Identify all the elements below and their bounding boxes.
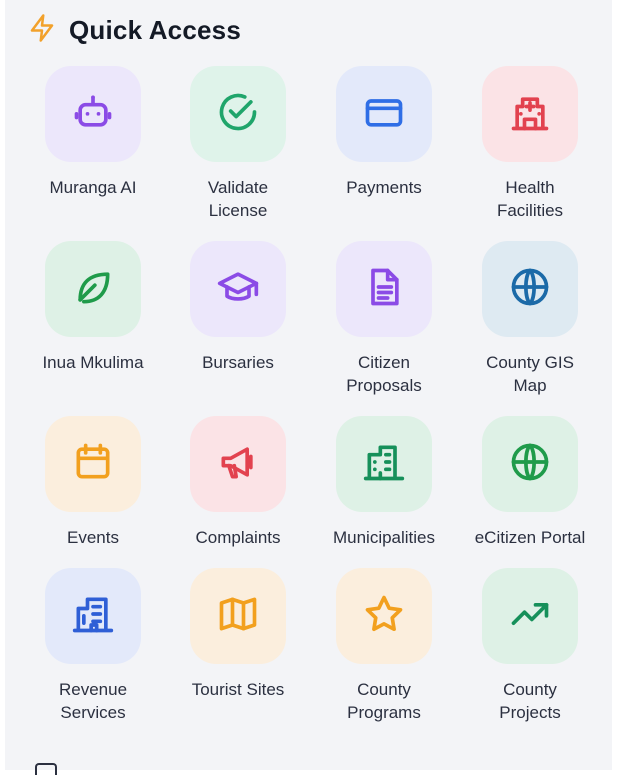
check-circle-icon (216, 90, 260, 139)
building-icon (71, 592, 115, 641)
tile-icon-box (190, 66, 286, 162)
quick-access-panel: Quick Access Muranga AI Validate License P… (5, 0, 612, 775)
lightning-icon (27, 13, 57, 48)
quick-access-tile[interactable]: Citizen Proposals (311, 241, 457, 411)
map-icon (216, 592, 260, 641)
section-title: Quick Access (69, 14, 241, 45)
tile-label: County Programs (347, 680, 421, 722)
quick-access-tile[interactable]: Bursaries (165, 241, 311, 411)
tile-label: Complaints (195, 528, 281, 547)
tile-label: Muranga AI (49, 178, 137, 197)
tile-label: Health Facilities (496, 178, 564, 220)
tile-icon-box (190, 416, 286, 512)
quick-access-tile[interactable]: County Programs (311, 568, 457, 738)
tile-label: County GIS Map (486, 353, 574, 395)
tile-label: Validate License (207, 178, 269, 220)
tile-icon-box (45, 66, 141, 162)
tile-icon-box (482, 568, 578, 664)
tile-icon-box (336, 416, 432, 512)
star-icon (362, 592, 406, 641)
next-section-icon (35, 763, 57, 775)
tile-icon-box (482, 66, 578, 162)
tile-label: Events (67, 528, 119, 547)
tile-label: eCitizen Portal (474, 528, 586, 547)
tile-icon-box (45, 416, 141, 512)
quick-access-tile[interactable]: Payments (311, 66, 457, 236)
document-icon (362, 265, 406, 314)
robot-icon (71, 90, 115, 139)
quick-access-tile[interactable]: Validate License (165, 66, 311, 236)
quick-access-tile[interactable]: Muranga AI (20, 66, 166, 236)
tile-label: Citizen Proposals (346, 353, 422, 395)
quick-access-tile[interactable]: County GIS Map (457, 241, 603, 411)
quick-access-tile[interactable]: Events (20, 416, 166, 586)
quick-access-tile[interactable]: Revenue Services (20, 568, 166, 738)
quick-access-tile[interactable]: Complaints (165, 416, 311, 586)
tile-icon-box (336, 241, 432, 337)
tile-label: Payments (346, 178, 422, 197)
quick-access-tile[interactable]: Municipalities (311, 416, 457, 586)
credit-card-icon (362, 90, 406, 139)
tile-label: Revenue Services (58, 680, 128, 722)
buildings-icon (362, 440, 406, 489)
hospital-icon (508, 90, 552, 139)
graduation-cap-icon (216, 265, 260, 314)
tile-icon-box (190, 568, 286, 664)
tile-icon-box (482, 416, 578, 512)
tile-label: Bursaries (202, 353, 274, 372)
globe-icon (508, 265, 552, 314)
tile-label: Inua Mkulima (42, 353, 144, 372)
tile-label: Tourist Sites (191, 680, 285, 699)
globe-icon (508, 440, 552, 489)
tile-icon-box (336, 66, 432, 162)
trending-up-icon (508, 592, 552, 641)
quick-access-tile[interactable]: County Projects (457, 568, 603, 738)
megaphone-icon (216, 440, 260, 489)
tile-label: County Projects (499, 680, 561, 722)
tile-icon-box (45, 568, 141, 664)
calendar-icon (71, 440, 115, 489)
tile-icon-box (482, 241, 578, 337)
section-header: Quick Access (27, 12, 241, 48)
quick-access-tile[interactable]: Health Facilities (457, 66, 603, 236)
quick-access-tile[interactable]: eCitizen Portal (457, 416, 603, 586)
quick-access-tile[interactable]: Inua Mkulima (20, 241, 166, 411)
tile-icon-box (45, 241, 141, 337)
leaf-icon (71, 265, 115, 314)
tile-icon-box (190, 241, 286, 337)
quick-access-tile[interactable]: Tourist Sites (165, 568, 311, 738)
tile-icon-box (336, 568, 432, 664)
tile-label: Municipalities (332, 528, 436, 547)
